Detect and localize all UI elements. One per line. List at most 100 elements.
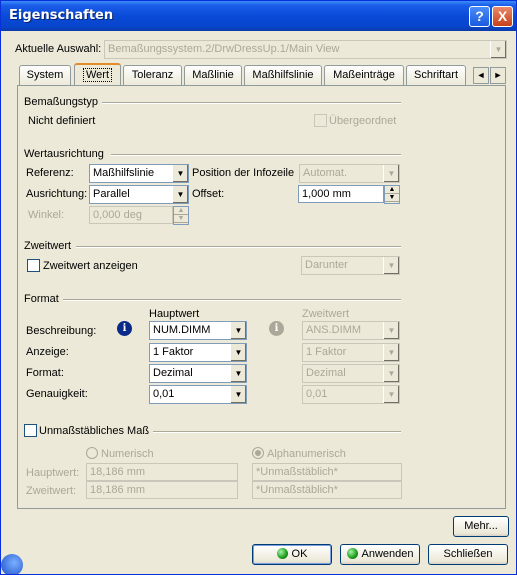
mehr-button[interactable]: Mehr... bbox=[453, 516, 509, 537]
unmass-zweitwert-label: Zweitwert: bbox=[26, 485, 77, 497]
numerisch-label: Numerisch bbox=[101, 448, 154, 460]
spin-up-icon[interactable]: ▲ bbox=[385, 186, 399, 194]
window-title: Eigenschaften bbox=[9, 8, 114, 23]
referenz-value: Maßhilfslinie bbox=[93, 167, 155, 179]
zweitwert-position-value: Darunter bbox=[305, 259, 348, 271]
tab-label: Toleranz bbox=[131, 69, 174, 81]
close-button[interactable]: X bbox=[492, 6, 513, 27]
haupt-anzeige-combo[interactable]: 1 Faktor ▼ bbox=[149, 343, 247, 362]
zweitwert-position-combo: Darunter ▼ bbox=[301, 256, 400, 275]
ok-led-icon bbox=[276, 548, 288, 559]
unmass-zweitwert-num-input: 18,186 mm bbox=[86, 481, 238, 499]
tab-scroll-left-icon[interactable]: ◄ bbox=[473, 67, 489, 84]
spin-down-icon[interactable]: ▼ bbox=[385, 194, 399, 202]
genauigkeit-label: Genauigkeit: bbox=[26, 388, 88, 400]
selection-combo: Bemaßungssystem.2/DrwDressUp.1/Main View… bbox=[104, 40, 507, 59]
bemassungstyp-value: Nicht definiert bbox=[28, 115, 96, 127]
chevron-down-icon: ▼ bbox=[230, 386, 246, 403]
tab-system[interactable]: System bbox=[19, 65, 71, 86]
referenz-label: Referenz: bbox=[26, 167, 74, 179]
anwenden-button[interactable]: Anwenden bbox=[340, 544, 420, 565]
desktop-corner-graphic bbox=[1, 554, 23, 574]
chevron-down-icon: ▼ bbox=[383, 365, 399, 382]
offset-spinner[interactable]: ▲ ▼ bbox=[384, 185, 400, 204]
haupt-genauigkeit-value: 0,01 bbox=[153, 388, 175, 400]
winkel-spinner: ▲ ▼ bbox=[173, 206, 189, 225]
zweit-anzeige-value: 1 Faktor bbox=[306, 346, 347, 358]
info-icon[interactable]: i bbox=[117, 321, 132, 336]
beschreibung-label: Beschreibung: bbox=[26, 325, 97, 337]
zweitwert-anzeigen-checkbox[interactable] bbox=[27, 259, 40, 272]
hauptwert-header: Hauptwert bbox=[149, 308, 200, 320]
alphanumerisch-radio bbox=[252, 447, 264, 459]
winkel-input: 0,000 deg bbox=[89, 206, 173, 224]
tab-schriftart[interactable]: Schriftart bbox=[406, 65, 466, 86]
haupt-beschreibung-value: NUM.DIMM bbox=[153, 324, 211, 336]
tab-toleranz[interactable]: Toleranz bbox=[123, 65, 182, 86]
haupt-format-value: Dezimal bbox=[153, 367, 193, 379]
chevron-down-icon: ▼ bbox=[383, 257, 399, 274]
chevron-down-icon: ▼ bbox=[383, 322, 399, 339]
uebergeordnet-label: Übergeordnet bbox=[329, 115, 397, 127]
haupt-beschreibung-combo[interactable]: NUM.DIMM ▼ bbox=[149, 321, 247, 340]
haupt-format-combo[interactable]: Dezimal ▼ bbox=[149, 364, 247, 383]
unmassstaeblich-label: Unmaßstäbliches Maß bbox=[39, 425, 154, 437]
unmass-hauptwert-label: Hauptwert: bbox=[26, 467, 80, 479]
zweit-format-combo: Dezimal ▼ bbox=[302, 364, 400, 383]
tab-label: Maßhilfslinie bbox=[252, 69, 314, 81]
unmass-hauptwert-num-input: 18,186 mm bbox=[86, 463, 238, 481]
ausrichtung-combo[interactable]: Parallel ▼ bbox=[89, 185, 189, 204]
info-icon: i bbox=[269, 321, 284, 336]
divider bbox=[59, 299, 401, 301]
divider bbox=[139, 431, 401, 433]
tab-label: Maßeinträge bbox=[333, 69, 395, 81]
anwenden-led-icon bbox=[346, 548, 358, 559]
ausrichtung-value: Parallel bbox=[93, 188, 130, 200]
tab-wert[interactable]: Wert bbox=[74, 63, 121, 86]
zweitwert-anzeigen-label: Zweitwert anzeigen bbox=[43, 260, 138, 272]
chevron-down-icon: ▼ bbox=[383, 386, 399, 403]
zweit-beschreibung-combo: ANS.DIMM ▼ bbox=[302, 321, 400, 340]
tab-label: System bbox=[26, 69, 64, 81]
schliessen-button[interactable]: Schließen bbox=[428, 544, 508, 565]
title-bar[interactable]: Eigenschaften ? X bbox=[1, 1, 516, 31]
haupt-anzeige-value: 1 Faktor bbox=[153, 346, 194, 358]
ok-button[interactable]: OK bbox=[252, 544, 332, 565]
haupt-genauigkeit-combo[interactable]: 0,01 ▼ bbox=[149, 385, 247, 404]
zweit-genauigkeit-value: 0,01 bbox=[306, 388, 328, 400]
tab-label: Wert bbox=[82, 68, 113, 82]
spin-up-icon: ▲ bbox=[174, 207, 188, 215]
chevron-down-icon: ▼ bbox=[230, 344, 246, 361]
selection-value: Bemaßungssystem.2/DrwDressUp.1/Main View bbox=[108, 43, 340, 55]
group-zweitwert-title: Zweitwert bbox=[24, 240, 76, 252]
numerisch-radio bbox=[86, 447, 98, 459]
position-infozeile-value: Automat. bbox=[303, 167, 348, 179]
tab-masslinie[interactable]: Maßlinie bbox=[184, 65, 242, 86]
chevron-down-icon: ▼ bbox=[172, 186, 188, 203]
format-label: Format: bbox=[26, 367, 64, 379]
help-button[interactable]: ? bbox=[469, 6, 490, 27]
selection-label: Aktuelle Auswahl: bbox=[15, 43, 102, 55]
unmassstaeblich-checkbox[interactable] bbox=[24, 424, 37, 437]
divider bbox=[76, 246, 401, 248]
uebergeordnet-checkbox[interactable] bbox=[314, 114, 327, 127]
properties-dialog: Eigenschaften ? X Aktuelle Auswahl: Bema… bbox=[0, 0, 517, 575]
divider bbox=[101, 102, 401, 104]
zweit-beschreibung-value: ANS.DIMM bbox=[306, 324, 361, 336]
zweit-genauigkeit-combo: 0,01 ▼ bbox=[302, 385, 400, 404]
referenz-combo[interactable]: Maßhilfslinie ▼ bbox=[89, 164, 189, 183]
offset-input[interactable]: 1,000 mm bbox=[298, 185, 384, 203]
tab-scroll-right-icon[interactable]: ► bbox=[490, 67, 506, 84]
tab-masshilfslinie[interactable]: Maßhilfslinie bbox=[244, 65, 322, 86]
group-format-title: Format bbox=[24, 293, 63, 305]
chevron-down-icon: ▼ bbox=[383, 165, 399, 182]
position-infozeile-combo: Automat. ▼ bbox=[299, 164, 400, 183]
ausrichtung-label: Ausrichtung: bbox=[26, 188, 88, 200]
tab-label: Schriftart bbox=[413, 69, 458, 81]
offset-label: Offset: bbox=[192, 188, 225, 200]
spin-down-icon: ▼ bbox=[174, 215, 188, 223]
zweit-format-value: Dezimal bbox=[306, 367, 346, 379]
tab-masseintraege[interactable]: Maßeinträge bbox=[324, 65, 404, 86]
chevron-down-icon: ▼ bbox=[172, 165, 188, 182]
ok-label: OK bbox=[291, 548, 308, 560]
